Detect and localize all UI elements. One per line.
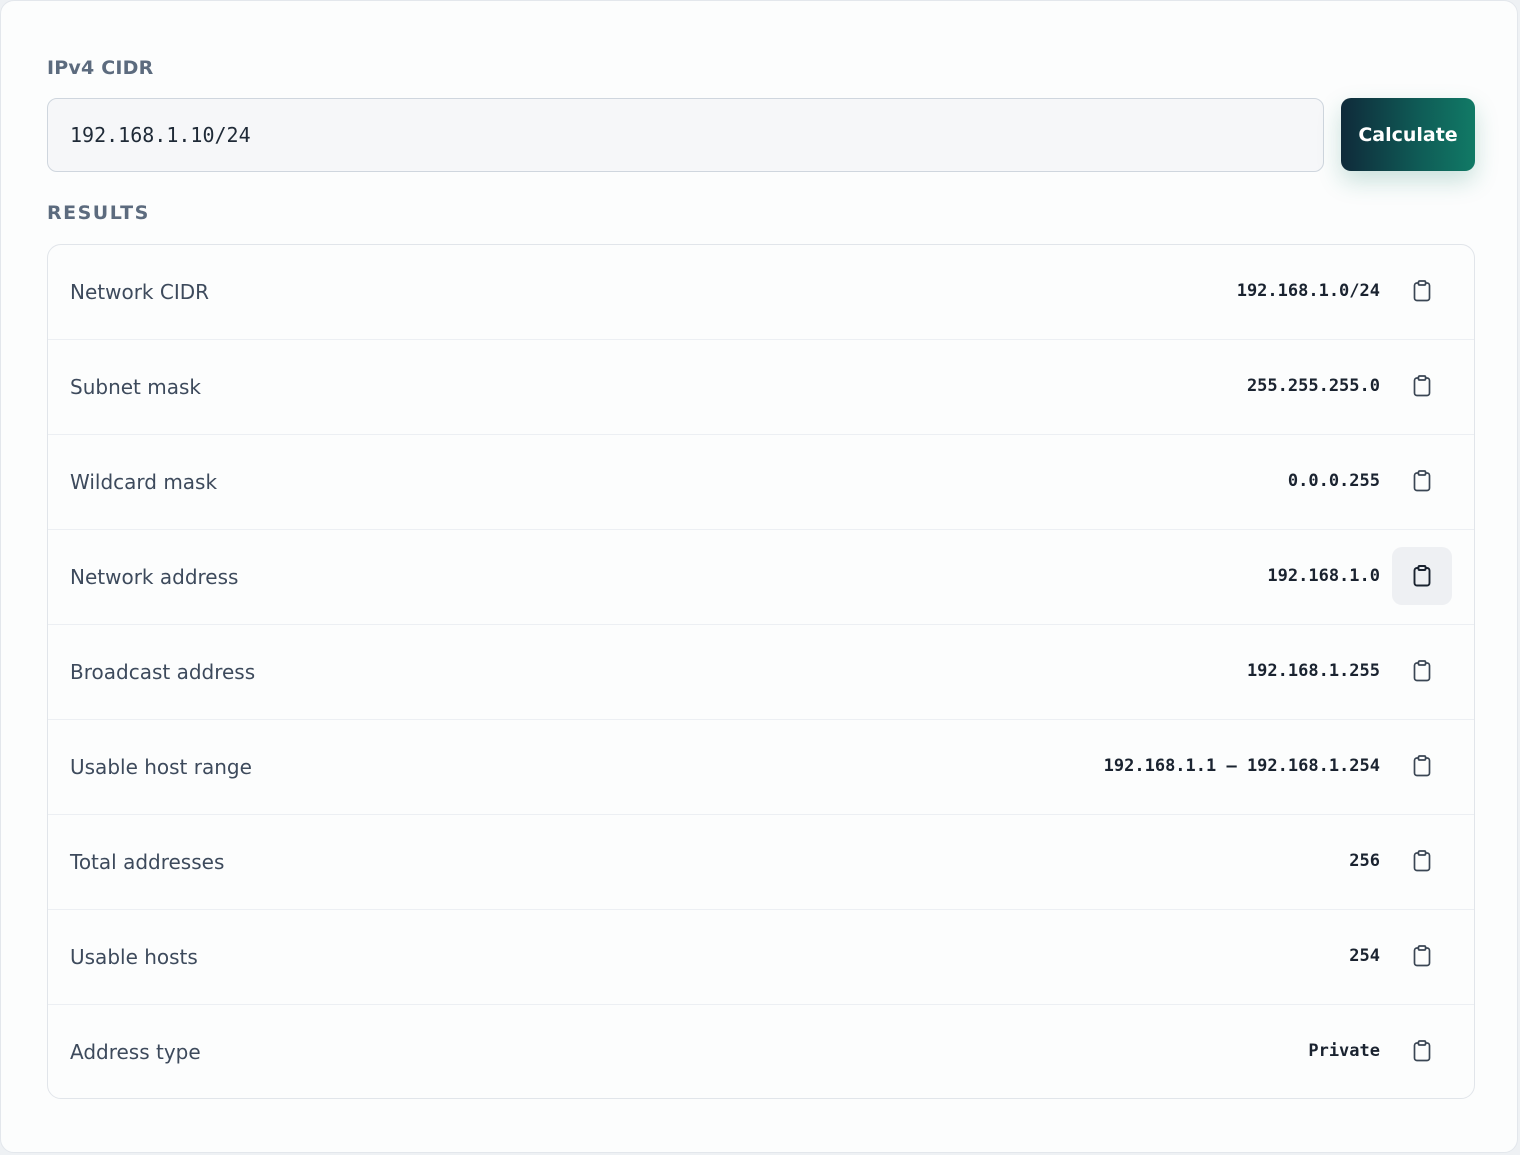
cidr-field-label: IPv4 CIDR <box>47 57 154 79</box>
result-value: 192.168.1.255 <box>1246 661 1380 681</box>
result-label: Network CIDR <box>70 280 210 304</box>
copy-button[interactable] <box>1392 927 1452 985</box>
result-row-usable-hosts: Usable hosts 254 <box>48 910 1474 1005</box>
result-value: 192.168.1.0 <box>1267 566 1380 586</box>
result-value: 255.255.255.0 <box>1246 376 1380 396</box>
clipboard-icon <box>1412 660 1432 682</box>
result-row-address-type: Address type Private <box>48 1005 1474 1098</box>
calculate-button[interactable]: Calculate <box>1341 98 1475 171</box>
result-value: 192.168.1.0/24 <box>1236 281 1380 301</box>
result-label: Usable host range <box>70 755 252 779</box>
result-row-network-cidr: Network CIDR 192.168.1.0/24 <box>48 245 1474 340</box>
result-row-usable-host-range: Usable host range 192.168.1.1 – 192.168.… <box>48 720 1474 815</box>
copy-button[interactable] <box>1392 452 1452 510</box>
result-row-network-address: Network address 192.168.1.0 <box>48 530 1474 625</box>
result-row-total-addresses: Total addresses 256 <box>48 815 1474 910</box>
copy-button[interactable] <box>1392 262 1452 320</box>
clipboard-icon <box>1412 850 1432 872</box>
result-label: Total addresses <box>70 850 225 874</box>
cidr-calculator-card: IPv4 CIDR Calculate RESULTS Network CIDR… <box>0 0 1518 1153</box>
copy-button[interactable] <box>1392 357 1452 415</box>
copy-button[interactable] <box>1392 547 1452 605</box>
results-heading: RESULTS <box>47 202 150 224</box>
copy-button[interactable] <box>1392 737 1452 795</box>
copy-button[interactable] <box>1392 642 1452 700</box>
result-row-subnet-mask: Subnet mask 255.255.255.0 <box>48 340 1474 435</box>
result-label: Usable hosts <box>70 945 198 969</box>
clipboard-icon <box>1412 945 1432 967</box>
clipboard-icon <box>1412 375 1432 397</box>
clipboard-icon <box>1412 565 1432 587</box>
clipboard-icon <box>1412 470 1432 492</box>
result-value: 0.0.0.255 <box>1287 471 1380 491</box>
result-label: Wildcard mask <box>70 470 218 494</box>
result-label: Broadcast address <box>70 660 256 684</box>
clipboard-icon <box>1412 280 1432 302</box>
result-label: Network address <box>70 565 239 589</box>
result-row-broadcast-address: Broadcast address 192.168.1.255 <box>48 625 1474 720</box>
cidr-input[interactable] <box>47 98 1324 172</box>
result-value: 256 <box>1349 851 1380 871</box>
result-row-wildcard-mask: Wildcard mask 0.0.0.255 <box>48 435 1474 530</box>
result-label: Address type <box>70 1040 201 1064</box>
result-value: 254 <box>1349 946 1380 966</box>
result-label: Subnet mask <box>70 375 201 399</box>
results-table: Network CIDR 192.168.1.0/24 Subnet mask … <box>47 244 1475 1099</box>
copy-button[interactable] <box>1392 832 1452 890</box>
clipboard-icon <box>1412 755 1432 777</box>
clipboard-icon <box>1412 1040 1432 1062</box>
copy-button[interactable] <box>1392 1022 1452 1080</box>
result-value: 192.168.1.1 – 192.168.1.254 <box>1103 756 1380 776</box>
result-value: Private <box>1308 1041 1380 1061</box>
